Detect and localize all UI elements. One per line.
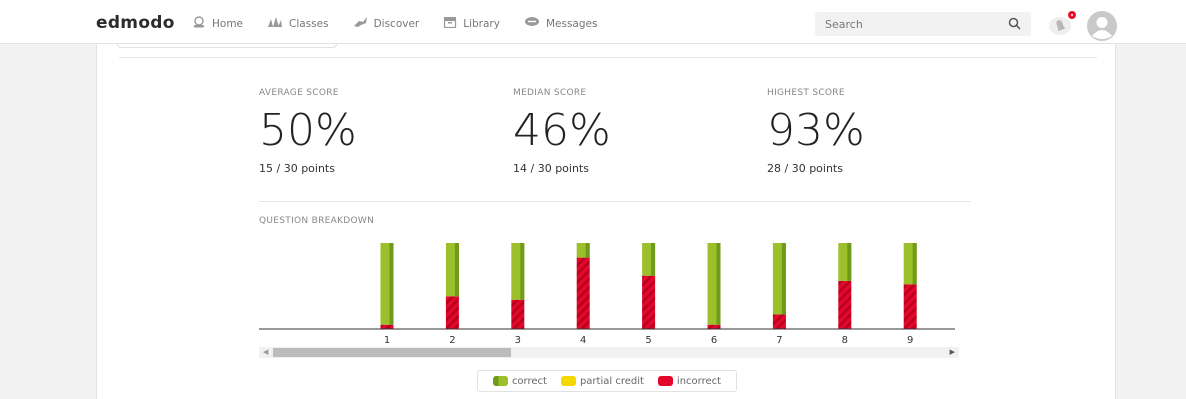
x-tick-label: 8 (842, 335, 848, 346)
nav-discover-label: Discover (373, 17, 420, 30)
median-score-points: 14 / 30 points (513, 162, 589, 175)
x-tick-label: 1 (384, 335, 390, 346)
search-bar (815, 12, 1031, 36)
top-navigation-bar: edmodo Home Classes Discover Library Mes… (0, 0, 1186, 44)
nav-home[interactable]: Home (192, 16, 243, 31)
home-icon (192, 16, 206, 31)
median-score-label: MEDIAN SCORE (513, 88, 587, 98)
edmodo-logo[interactable]: edmodo (96, 13, 175, 33)
bar-correct-shade-q4 (585, 243, 590, 258)
messages-icon (524, 16, 540, 31)
x-tick-label: 5 (645, 335, 651, 346)
bar-correct-shade-q9 (912, 243, 917, 285)
legend-item-correct: correct (492, 375, 547, 387)
main-nav: Home Classes Discover Library Messages (192, 16, 621, 31)
bar-incorrect-q6[interactable] (707, 324, 721, 329)
nav-messages-label: Messages (545, 17, 598, 30)
bar-incorrect-q9[interactable] (903, 284, 917, 329)
nav-discover[interactable]: Discover (353, 16, 420, 31)
question-breakdown-title: QUESTION BREAKDOWN (259, 216, 375, 226)
notification-badge (1066, 9, 1078, 21)
legend-label-incorrect: incorrect (676, 375, 722, 387)
average-score-value: 50% (259, 105, 357, 156)
chart-legend: correct partial credit incorrect (477, 370, 737, 392)
x-tick-label: 9 (907, 335, 913, 346)
legend-item-partial: partial credit (560, 375, 644, 387)
bar-correct-shade-q5 (651, 243, 656, 276)
bar-incorrect-q5[interactable] (642, 275, 656, 329)
nav-messages[interactable]: Messages (524, 16, 598, 31)
nav-home-label: Home (212, 17, 244, 30)
question-breakdown-svg: 1234567891011 (259, 243, 955, 346)
x-tick-label: 6 (711, 335, 717, 346)
nav-library[interactable]: Library (443, 16, 500, 31)
search-icon[interactable] (1008, 17, 1021, 35)
legend-label-correct: correct (511, 375, 547, 387)
nav-library-label: Library (463, 17, 500, 30)
bar-correct-shade-q6 (716, 243, 721, 325)
chart-scrollbar[interactable]: ◀ ▶ (259, 347, 959, 358)
scroll-left-arrow-icon[interactable]: ◀ (263, 348, 268, 356)
search-input[interactable] (815, 12, 995, 36)
nav-classes-label: Classes (289, 17, 329, 30)
bar-correct-shade-q3 (520, 243, 525, 300)
highest-score: HIGHEST SCORE 93% 28 / 30 points (767, 88, 1007, 175)
x-tick-label: 4 (580, 335, 586, 346)
question-breakdown-chart: 1234567891011 (259, 234, 959, 364)
scrollbar-thumb[interactable] (273, 348, 511, 357)
bar-incorrect-q3[interactable] (511, 299, 525, 329)
legend-swatch-correct (492, 376, 508, 386)
nav-classes[interactable]: Classes (267, 16, 329, 31)
bar-correct-shade-q7 (781, 243, 786, 315)
legend-swatch-partial (560, 376, 576, 386)
average-score-label: AVERAGE SCORE (259, 88, 339, 98)
bar-correct-shade-q1 (389, 243, 394, 325)
median-score-value: 46% (513, 105, 611, 156)
legend-item-incorrect: incorrect (657, 375, 722, 387)
bar-incorrect-q8[interactable] (838, 280, 852, 329)
bar-correct-shade-q8 (847, 243, 852, 281)
average-score-points: 15 / 30 points (259, 162, 335, 175)
x-tick-label: 2 (449, 335, 455, 346)
x-tick-label: 3 (515, 335, 521, 346)
scroll-right-arrow-icon[interactable]: ▶ (950, 348, 955, 356)
legend-label-partial: partial credit (579, 375, 644, 387)
user-icon (1087, 11, 1117, 41)
bar-incorrect-q4[interactable] (576, 257, 590, 329)
bar-incorrect-q1[interactable] (380, 324, 394, 329)
divider (259, 201, 971, 202)
bar-correct-shade-q2 (454, 243, 459, 297)
avatar[interactable] (1087, 11, 1117, 41)
bar-incorrect-q7[interactable] (772, 314, 786, 329)
highest-score-value: 93% (767, 105, 865, 156)
library-icon (443, 16, 457, 31)
x-tick-label: 7 (776, 335, 782, 346)
highest-score-points: 28 / 30 points (767, 162, 843, 175)
classes-icon (267, 16, 283, 31)
average-score: AVERAGE SCORE 50% 15 / 30 points (259, 88, 499, 175)
discover-icon (353, 16, 368, 31)
divider (119, 57, 1097, 58)
legend-swatch-incorrect (657, 376, 673, 386)
median-score: MEDIAN SCORE 46% 14 / 30 points (513, 88, 753, 175)
highest-score-label: HIGHEST SCORE (767, 88, 845, 98)
bar-incorrect-q2[interactable] (445, 296, 459, 329)
quiz-results-card: AVERAGE SCORE 50% 15 / 30 points MEDIAN … (96, 42, 1116, 399)
score-summary: AVERAGE SCORE 50% 15 / 30 points MEDIAN … (259, 88, 979, 188)
